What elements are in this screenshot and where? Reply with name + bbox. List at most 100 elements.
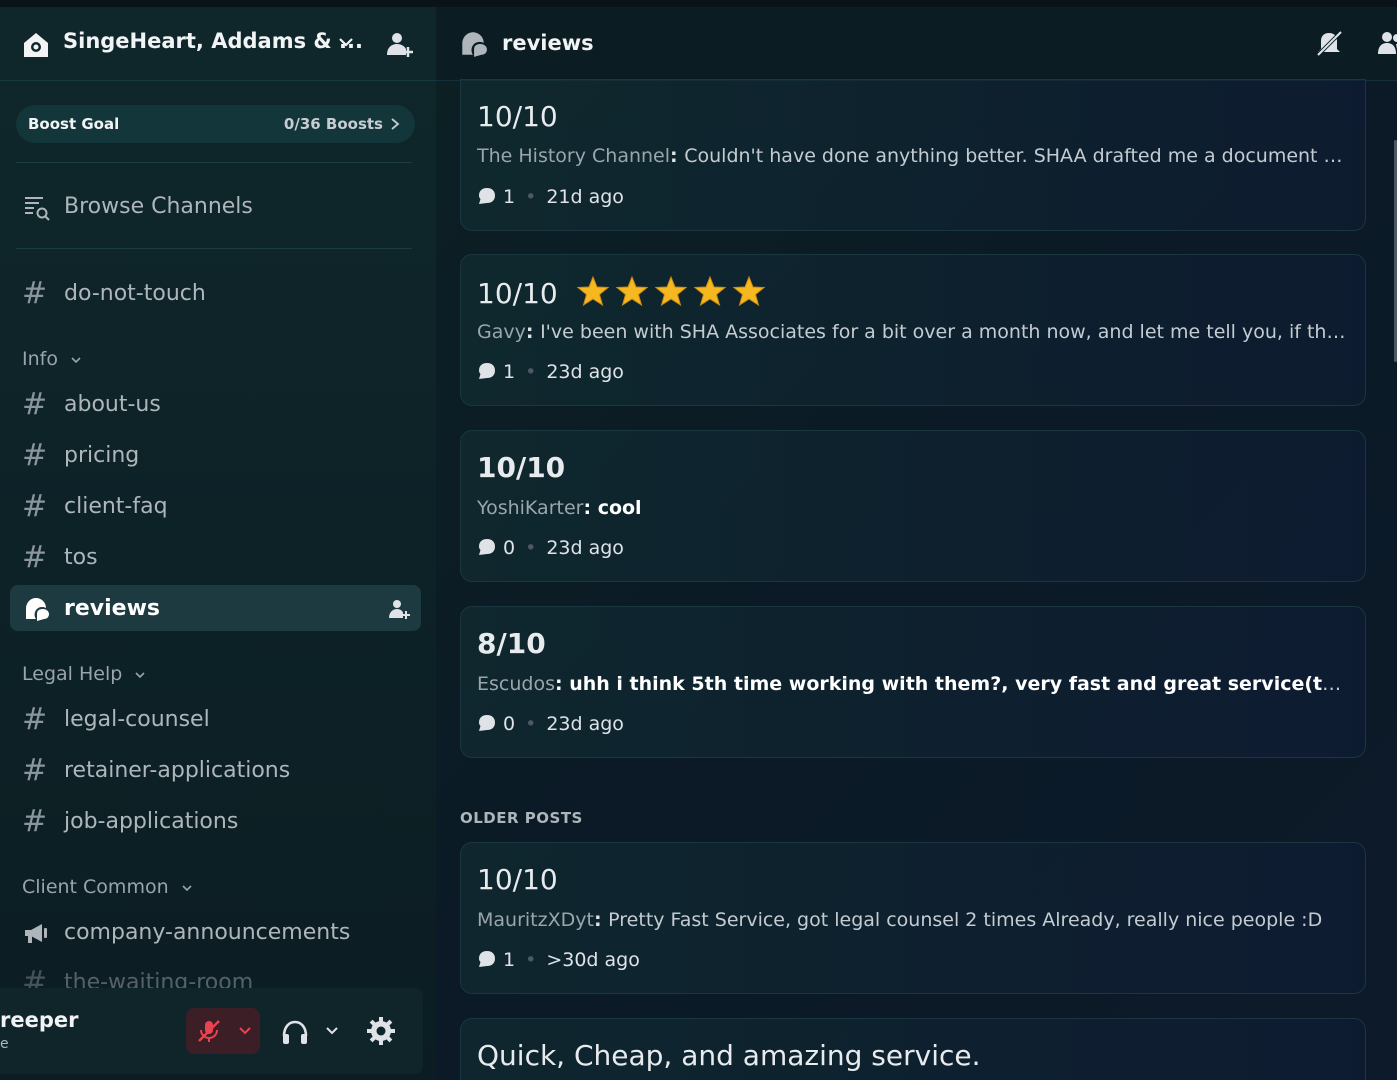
channel-retainer-applications[interactable]: # retainer-applications [10, 747, 421, 793]
forum-post[interactable]: 10/10 Gavy: I've been with SHA Associate… [460, 254, 1366, 406]
channel-about-us[interactable]: # about-us [10, 381, 421, 427]
user-panel: reeper e [0, 988, 423, 1074]
forum-channel-icon [26, 598, 49, 621]
post-meta: 1 • >30d ago [477, 949, 640, 971]
post-preview: YoshiKarter: cool [477, 497, 642, 519]
channel-client-faq[interactable]: # client-faq [10, 483, 421, 529]
text-channel-icon: # [22, 540, 48, 575]
post-text: uhh i think 5th time working with them?,… [569, 673, 1347, 695]
channel-label: about-us [64, 392, 161, 417]
post-title: 10/10 [477, 451, 566, 484]
star-icon [654, 275, 687, 307]
chevron-right-icon [391, 118, 400, 130]
channel-label: legal-counsel [64, 707, 210, 732]
forum-post[interactable]: 10/10 MauritzXDyt: Pretty Fast Service, … [460, 842, 1366, 994]
channel-do-not-touch[interactable]: # do-not-touch [10, 270, 421, 316]
notification-bell-muted-icon[interactable] [1314, 28, 1344, 58]
post-text: I've been with SHA Associates for a bit … [540, 321, 1347, 343]
headphones-icon[interactable] [280, 1018, 310, 1046]
divider [16, 162, 412, 163]
text-channel-icon: # [22, 276, 48, 311]
settings-gear-icon[interactable] [366, 1016, 396, 1046]
chat-bubble-icon [479, 188, 495, 204]
channel-pricing[interactable]: # pricing [10, 432, 421, 478]
channel-reviews[interactable]: reviews [10, 585, 421, 631]
post-author: Gavy [477, 321, 526, 343]
text-channel-icon: # [22, 702, 48, 737]
post-title: 10/10 [477, 863, 558, 896]
member-list-icon[interactable] [1376, 28, 1397, 58]
channel-label: reviews [64, 596, 160, 621]
create-invite-icon[interactable] [387, 597, 411, 621]
channel-label: retainer-applications [64, 758, 291, 783]
browse-channels-button[interactable]: Browse Channels [10, 183, 421, 229]
chat-bubble-icon [479, 363, 495, 379]
channel-label: client-faq [64, 494, 168, 519]
server-header[interactable]: SingeHeart, Addams & ... [0, 7, 436, 81]
star-icon [615, 275, 648, 307]
post-author: The History Channel [477, 145, 671, 167]
post-title: 10/10 [477, 100, 558, 133]
channel-label: company-announcements [64, 920, 351, 945]
microphone-muted-icon [198, 1020, 220, 1042]
chevron-down-icon[interactable] [325, 1026, 339, 1036]
post-age: 23d ago [546, 361, 624, 383]
category-legal-help[interactable]: Legal Help [22, 663, 146, 685]
post-title-row: 10/10 [477, 275, 772, 314]
reply-count: 1 [503, 186, 516, 208]
user-status: e [0, 1036, 9, 1052]
username[interactable]: reeper [0, 1008, 78, 1032]
post-age: 23d ago [546, 537, 624, 559]
older-posts-header: OLDER POSTS [460, 809, 583, 827]
forum-post[interactable]: Quick, Cheap, and amazing service. [460, 1018, 1366, 1080]
post-preview: Gavy: I've been with SHA Associates for … [477, 321, 1347, 343]
server-name: SingeHeart, Addams & ... [63, 29, 363, 53]
channel-job-applications[interactable]: # job-applications [10, 798, 421, 844]
post-text: Couldn't have done anything better. SHAA… [684, 145, 1347, 167]
boost-goal-bar[interactable]: Boost Goal 0/36 Boosts [16, 105, 415, 143]
channel-legal-counsel[interactable]: # legal-counsel [10, 696, 421, 742]
category-label: Client Common [22, 876, 169, 898]
category-client-common[interactable]: Client Common [22, 876, 193, 898]
reply-count: 1 [503, 361, 516, 383]
forum-post[interactable]: 10/10 The History Channel: Couldn't have… [460, 79, 1366, 231]
category-label: Legal Help [22, 663, 123, 685]
post-title: Quick, Cheap, and amazing service. [477, 1039, 981, 1072]
mute-microphone-button[interactable] [186, 1008, 260, 1054]
chevron-down-icon[interactable] [238, 1026, 252, 1036]
announcement-megaphone-icon [25, 924, 47, 943]
channel-header: reviews [436, 7, 1397, 81]
post-meta: 0 • 23d ago [477, 537, 624, 559]
star-rating [576, 275, 772, 314]
boost-count: 0/36 Boosts [283, 115, 383, 133]
browse-channels-icon [25, 197, 50, 221]
channel-label: job-applications [64, 809, 239, 834]
post-meta: 1 • 23d ago [477, 361, 624, 383]
chevron-down-icon[interactable] [336, 32, 356, 52]
channel-tos[interactable]: # tos [10, 534, 421, 580]
post-age: >30d ago [546, 949, 640, 971]
post-preview: The History Channel: Couldn't have done … [477, 145, 1347, 167]
server-home-icon [24, 33, 48, 57]
window-top-strip [0, 0, 1397, 7]
chat-bubble-icon [479, 539, 495, 555]
channel-company-announcements[interactable]: company-announcements [10, 909, 421, 955]
category-info[interactable]: Info [22, 348, 82, 370]
post-preview: Escudos: uhh i think 5th time working wi… [477, 673, 1347, 695]
channel-label: tos [64, 545, 98, 570]
chevron-down-icon [135, 672, 145, 679]
post-text: Pretty Fast Service, got legal counsel 2… [608, 909, 1323, 931]
category-label: Info [22, 348, 58, 370]
invite-member-icon[interactable] [385, 29, 415, 59]
star-icon [576, 275, 609, 307]
text-channel-icon: # [22, 804, 48, 839]
browse-channels-label: Browse Channels [64, 194, 253, 219]
reply-count: 1 [503, 949, 516, 971]
forum-post[interactable]: 10/10 YoshiKarter: cool 0 • 23d ago [460, 430, 1366, 582]
post-title: 10/10 [477, 277, 558, 310]
reply-count: 0 [503, 537, 516, 559]
post-age: 23d ago [546, 713, 624, 735]
post-author: Escudos [477, 673, 555, 695]
forum-post[interactable]: 8/10 Escudos: uhh i think 5th time worki… [460, 606, 1366, 758]
divider [16, 248, 412, 249]
